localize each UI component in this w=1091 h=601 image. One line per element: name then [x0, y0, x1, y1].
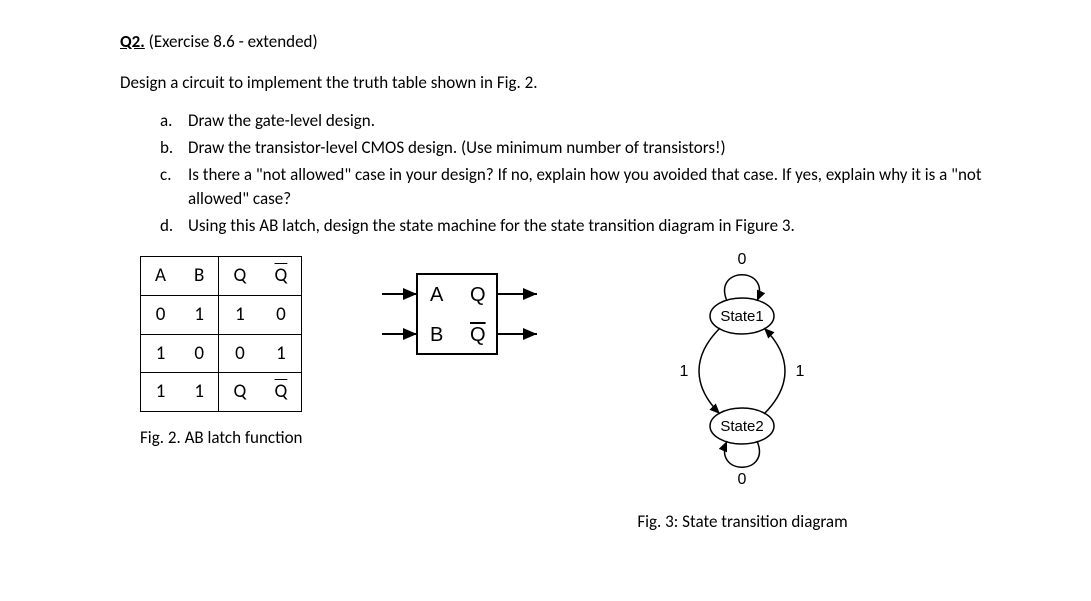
fig3-column: State1 State2 0 0 1 1 Fig. 3: State tran…: [612, 246, 872, 535]
list-marker: c.: [160, 163, 188, 212]
cell: Q: [219, 373, 261, 412]
list-marker: a.: [160, 109, 188, 134]
cell: 1: [180, 296, 219, 335]
fig2-column: A B Q Q 0 1 1 0 1 0 0 1 1 1 Q Q: [140, 256, 302, 450]
list-item-c: c. Is there a "not allowed" case in your…: [160, 163, 991, 212]
th-A: A: [141, 257, 181, 296]
cell: Q: [260, 373, 302, 412]
block-label-B: B: [430, 324, 443, 346]
list-text: Is there a "not allowed" case in your de…: [188, 163, 991, 212]
intro-text: Design a circuit to implement the truth …: [120, 71, 991, 96]
cell: 1: [141, 334, 181, 373]
cell: 0: [180, 334, 219, 373]
cell: 1: [141, 373, 181, 412]
state1-label: State1: [721, 308, 764, 325]
list-text: Draw the gate-level design.: [188, 109, 991, 134]
block-label-Q: Q: [470, 284, 486, 306]
table-row: 1 1 Q Q: [141, 373, 302, 412]
th-Q: Q: [219, 257, 261, 296]
edge-label-0-top: 0: [738, 251, 747, 268]
block-label-A: A: [430, 284, 444, 306]
table-row: 0 1 1 0: [141, 296, 302, 335]
list-item-a: a. Draw the gate-level design.: [160, 109, 991, 134]
cell: 1: [219, 296, 261, 335]
figures-row: A B Q Q 0 1 1 0 1 0 0 1 1 1 Q Q: [140, 256, 991, 535]
cell: 1: [260, 334, 302, 373]
block-diagram: A B Q Q: [362, 266, 552, 366]
truth-table: A B Q Q 0 1 1 0 1 0 0 1 1 1 Q Q: [140, 256, 302, 411]
list-text: Draw the transistor-level CMOS design. (…: [188, 136, 991, 161]
cell: 0: [260, 296, 302, 335]
table-header-row: A B Q Q: [141, 257, 302, 296]
list-marker: b.: [160, 136, 188, 161]
latch-block-icon: A B Q Q: [362, 266, 552, 366]
list-item-d: d. Using this AB latch, design the state…: [160, 214, 991, 239]
edge-label-0-bottom: 0: [738, 471, 747, 488]
state2-label: State2: [721, 418, 764, 435]
th-Qbar: Q: [260, 257, 302, 296]
th-B: B: [180, 257, 219, 296]
subquestion-list: a. Draw the gate-level design. b. Draw t…: [160, 109, 991, 238]
cell: 0: [219, 334, 261, 373]
list-marker: d.: [160, 214, 188, 239]
question-title-rest: (Exercise 8.6 - extended): [145, 31, 318, 52]
block-label-Qbar: Q: [470, 324, 486, 346]
list-text: Using this AB latch, design the state ma…: [188, 214, 991, 239]
fig3-caption: Fig. 3: State transition diagram: [612, 510, 872, 535]
fig2-caption: Fig. 2. AB latch function: [140, 426, 302, 451]
cell: 0: [141, 296, 181, 335]
edge-label-1-left: 1: [680, 363, 689, 380]
cell: 1: [180, 373, 219, 412]
state-diagram-icon: State1 State2 0 0 1 1: [612, 246, 872, 496]
edge-label-1-right: 1: [796, 363, 805, 380]
table-row: 1 0 0 1: [141, 334, 302, 373]
list-item-b: b. Draw the transistor-level CMOS design…: [160, 136, 991, 161]
question-number: Q2.: [120, 31, 145, 52]
question-title: Q2. (Exercise 8.6 - extended): [120, 30, 991, 55]
